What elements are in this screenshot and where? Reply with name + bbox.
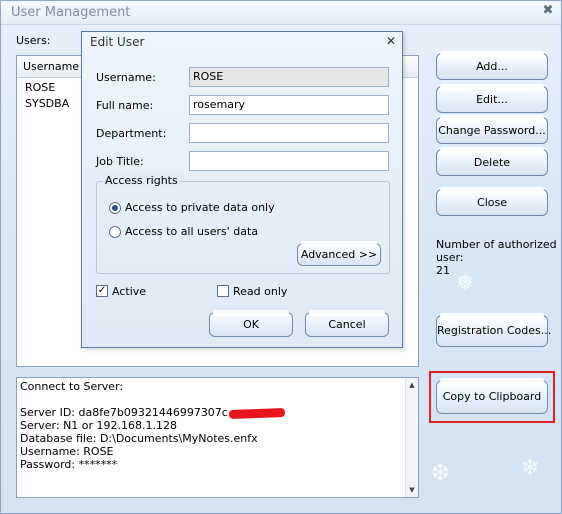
redaction-mark (228, 407, 285, 419)
cancel-button[interactable]: Cancel (305, 310, 389, 337)
vertical-scrollbar[interactable]: ▲ ▼ (405, 378, 418, 497)
scroll-down-arrow-icon[interactable]: ▼ (406, 484, 418, 496)
private-data-radio[interactable] (109, 202, 121, 214)
authorized-label-line2: user: (436, 251, 464, 264)
scroll-up-arrow-icon[interactable]: ▲ (406, 379, 418, 391)
delete-button-label: Delete (473, 156, 511, 169)
fullname-field[interactable]: rosemary (189, 95, 389, 115)
change-password-button[interactable]: Change Password... (436, 115, 548, 144)
info-server-id-line: Server ID: da8fe7b09321446997307c (20, 406, 415, 419)
delete-button[interactable]: Delete (436, 147, 548, 176)
title-bar: User Management ✖ (1, 1, 561, 25)
username-field: ROSE (189, 67, 389, 87)
registration-codes-label: Registration Codes... (437, 324, 552, 337)
cancel-button-label: Cancel (328, 318, 366, 331)
ok-button-label: OK (243, 318, 259, 331)
authorized-count: 21 (436, 264, 450, 277)
edit-user-dialog: Edit User ✕ Username: ROSE Full name: ro… (81, 31, 403, 348)
all-users-data-radio[interactable] (109, 226, 121, 238)
authorized-users-info: Number of authorized user: 21 (436, 238, 557, 277)
close-button-label: Close (477, 196, 507, 209)
info-blank (20, 393, 415, 406)
list-item[interactable]: SYSDBA (25, 97, 69, 110)
edit-button[interactable]: Edit... (436, 84, 548, 113)
dialog-close-icon[interactable]: ✕ (386, 34, 396, 48)
authorized-label-line1: Number of authorized (436, 238, 557, 251)
add-button-label: Add... (476, 60, 508, 73)
info-heading: Connect to Server: (20, 380, 124, 393)
add-button[interactable]: Add... (436, 51, 548, 80)
user-management-window: ❄ ❄ ❅ ❄ ❆ User Management ✖ Users: Usern… (0, 0, 562, 514)
info-server-id: Server ID: da8fe7b09321446997307c (20, 406, 228, 419)
list-item[interactable]: ROSE (25, 81, 55, 94)
info-database-file: Database file: D:\Documents\MyNotes.enfx (20, 432, 258, 445)
access-rights-group: Access rights Access to private data onl… (96, 174, 390, 274)
close-button[interactable]: Close (436, 187, 548, 216)
column-header-username[interactable]: Username (23, 60, 79, 73)
snowflake-decoration: ❆ (431, 461, 450, 486)
change-password-label: Change Password... (438, 124, 546, 137)
active-checkbox[interactable]: ✓ (96, 285, 108, 297)
advanced-button[interactable]: Advanced >> (297, 241, 381, 266)
registration-codes-button[interactable]: Registration Codes... (436, 313, 552, 347)
advanced-button-label: Advanced >> (300, 248, 378, 261)
edit-button-label: Edit... (476, 93, 508, 106)
window-close-icon[interactable]: ✖ (541, 4, 555, 18)
department-field[interactable] (189, 123, 389, 143)
users-label: Users: (16, 34, 51, 47)
snowflake-decoration: ❄ (521, 456, 540, 481)
active-label[interactable]: Active (112, 285, 146, 298)
info-server: Server: N1 or 192.168.1.128 (20, 419, 178, 432)
ok-button[interactable]: OK (209, 310, 293, 337)
connection-info-textbox[interactable]: Connect to Server: Server ID: da8fe7b093… (16, 377, 419, 498)
username-label: Username: (96, 71, 156, 84)
info-username: Username: ROSE (20, 445, 114, 458)
access-rights-label: Access rights (103, 174, 180, 187)
window-title: User Management (11, 5, 131, 20)
highlight-box (429, 371, 555, 423)
department-label: Department: (96, 127, 167, 140)
all-users-data-label[interactable]: Access to all users' data (125, 225, 258, 238)
jobtitle-label: Job Title: (96, 155, 144, 168)
private-data-label[interactable]: Access to private data only (125, 201, 275, 214)
fullname-label: Full name: (96, 99, 154, 112)
dialog-title: Edit User (90, 35, 145, 49)
jobtitle-field[interactable] (189, 151, 389, 171)
readonly-label[interactable]: Read only (233, 285, 287, 298)
info-password: Password: ******* (20, 458, 118, 471)
readonly-checkbox[interactable] (217, 285, 229, 297)
